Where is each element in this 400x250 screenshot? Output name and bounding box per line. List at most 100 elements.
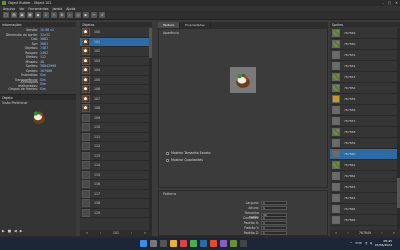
slice-icon[interactable]: ✂ <box>91 12 97 18</box>
sprite-thumbnail <box>332 150 340 158</box>
object-list-item[interactable]: 116 <box>80 180 152 190</box>
show-crop-size-checkbox[interactable]: Mostrar Tamanho Exceto <box>166 151 210 155</box>
sprite-list-item[interactable]: 767852 <box>330 61 397 72</box>
menu-janela[interactable]: Janela <box>53 7 63 11</box>
pattern-stepper[interactable]: 1 <box>261 221 287 225</box>
start-icon[interactable] <box>140 240 147 247</box>
chevron-up-icon[interactable]: ^ <box>350 241 353 245</box>
sprite-list-item[interactable]: 767856 <box>330 105 397 116</box>
sprite-list-item[interactable]: 767861 <box>330 160 397 171</box>
lookup-icon[interactable]: ◎ <box>75 12 81 18</box>
object-list-item[interactable]: 102 <box>80 47 152 57</box>
recent-icon[interactable]: ↺ <box>99 12 105 18</box>
stop-icon[interactable]: ■ <box>8 229 11 233</box>
object-list-item[interactable]: 101 <box>80 37 152 47</box>
next-page-icon[interactable]: › <box>381 231 382 235</box>
object-list-item[interactable]: 111 <box>80 132 152 142</box>
compile-icon[interactable]: ◆ <box>35 12 41 18</box>
object-list-item[interactable]: 100 <box>80 28 152 38</box>
language-indicator[interactable]: POR <box>356 241 362 245</box>
save-icon[interactable]: ▣ <box>19 12 25 18</box>
sprite-id: 767854 <box>344 86 356 90</box>
find-icon[interactable]: ⌕ <box>67 12 73 18</box>
object-list-item[interactable]: 113 <box>80 151 152 161</box>
play-icon[interactable]: ▶ <box>2 229 5 233</box>
object-list-item[interactable]: 115 <box>80 170 152 180</box>
sprite-list-item[interactable]: 767862 <box>330 171 397 182</box>
sprite-list-item[interactable]: 767866 <box>330 215 397 226</box>
sprite-list-item[interactable]: 767863 <box>330 182 397 193</box>
sprite-list-item[interactable]: 767865 <box>330 204 397 215</box>
sprite-list-item[interactable]: 767864 <box>330 193 397 204</box>
close-button[interactable]: ✕ <box>395 1 398 5</box>
sprite-list-item[interactable]: 767858 <box>330 127 397 138</box>
pattern-stepper[interactable]: 1 <box>261 226 287 230</box>
chrome-icon[interactable] <box>190 240 197 247</box>
terminal-icon[interactable] <box>240 240 247 247</box>
menu-arquivo[interactable]: Arquivo <box>3 7 15 11</box>
object-list-item[interactable]: 107 <box>80 94 152 104</box>
pattern-stepper[interactable]: 1 <box>261 206 287 210</box>
taskview-icon[interactable] <box>160 240 167 247</box>
media-icon[interactable] <box>210 240 217 247</box>
explorer-icon[interactable] <box>170 240 177 247</box>
sprite-page-input[interactable]: 767849 <box>359 231 371 235</box>
maximize-button[interactable]: ▢ <box>388 1 391 5</box>
clock[interactable]: 08:45 07/06/2024 <box>375 239 392 247</box>
sprite-list-item[interactable]: 767860 <box>330 149 397 160</box>
object-list-item[interactable]: 114 <box>80 161 152 171</box>
sprite-list-item[interactable]: 767859 <box>330 138 397 149</box>
object-list-item[interactable]: 112 <box>80 142 152 152</box>
first-page-icon[interactable]: « <box>335 231 337 235</box>
prev-frame-icon[interactable]: ◀ <box>14 229 17 233</box>
sprite-list-item[interactable]: 767850 <box>330 39 397 50</box>
pattern-stepper[interactable]: 1 <box>261 216 287 220</box>
sprite-list-item[interactable]: 767855 <box>330 94 397 105</box>
store-icon[interactable] <box>200 240 207 247</box>
object-list-item[interactable]: 109 <box>80 113 152 123</box>
object-list-item[interactable]: 110 <box>80 123 152 133</box>
sprite-list-item[interactable]: 767857 <box>330 116 397 127</box>
objects-scrollbar[interactable] <box>149 28 152 230</box>
object-list-item[interactable]: 106 <box>80 85 152 95</box>
object-list-item[interactable]: 108 <box>80 104 152 114</box>
open-icon[interactable]: ▤ <box>11 12 17 18</box>
app-icon[interactable] <box>220 240 227 247</box>
sprite-list-item[interactable]: 767851 <box>330 50 397 61</box>
object-list-item[interactable]: 117 <box>80 189 152 199</box>
new-icon[interactable]: □ <box>3 12 9 18</box>
object-page-input[interactable]: 101 <box>113 231 119 235</box>
settings-icon[interactable]: ⚙ <box>59 12 65 18</box>
import-icon[interactable]: ⇩ <box>43 12 49 18</box>
minimize-button[interactable]: – <box>382 1 384 5</box>
object-builder-icon[interactable] <box>230 240 237 247</box>
pattern-stepper[interactable]: 1 <box>261 201 287 205</box>
object-list-item[interactable]: 104 <box>80 66 152 76</box>
sprite-list-item[interactable]: 767854 <box>330 83 397 94</box>
object-list-item[interactable]: 103 <box>80 56 152 66</box>
menu-ver[interactable]: Ver <box>19 7 24 11</box>
first-page-icon[interactable]: « <box>86 231 88 235</box>
menu-ajuda[interactable]: Ajuda <box>66 7 75 11</box>
menu-ferramentas[interactable]: Ferramentas <box>28 7 48 11</box>
prev-page-icon[interactable]: ‹ <box>347 231 348 235</box>
object-list-item[interactable]: 105 <box>80 75 152 85</box>
wifi-icon[interactable]: ◔ <box>365 241 368 245</box>
last-page-icon[interactable]: » <box>393 231 395 235</box>
speaker-icon[interactable]: ◖ <box>370 241 372 245</box>
object-list-item[interactable]: 119 <box>80 208 152 218</box>
last-page-icon[interactable]: » <box>144 231 146 235</box>
next-frame-icon[interactable]: ▶ <box>20 229 23 233</box>
save-as-icon[interactable]: ▦ <box>27 12 33 18</box>
pattern-stepper[interactable]: 1 <box>261 231 287 235</box>
export-icon[interactable]: ⇧ <box>51 12 57 18</box>
sprite-list-item[interactable]: 767849 <box>330 28 397 39</box>
next-page-icon[interactable]: › <box>131 231 132 235</box>
search-icon[interactable] <box>150 240 157 247</box>
animation-icon[interactable]: ▶ <box>83 12 89 18</box>
browser-icon[interactable] <box>180 240 187 247</box>
prev-page-icon[interactable]: ‹ <box>100 231 101 235</box>
object-list-item[interactable]: 118 <box>80 199 152 209</box>
show-grid-checkbox[interactable]: Mostrar Quadrantes <box>166 158 203 162</box>
sprite-list-item[interactable]: 767853 <box>330 72 397 83</box>
